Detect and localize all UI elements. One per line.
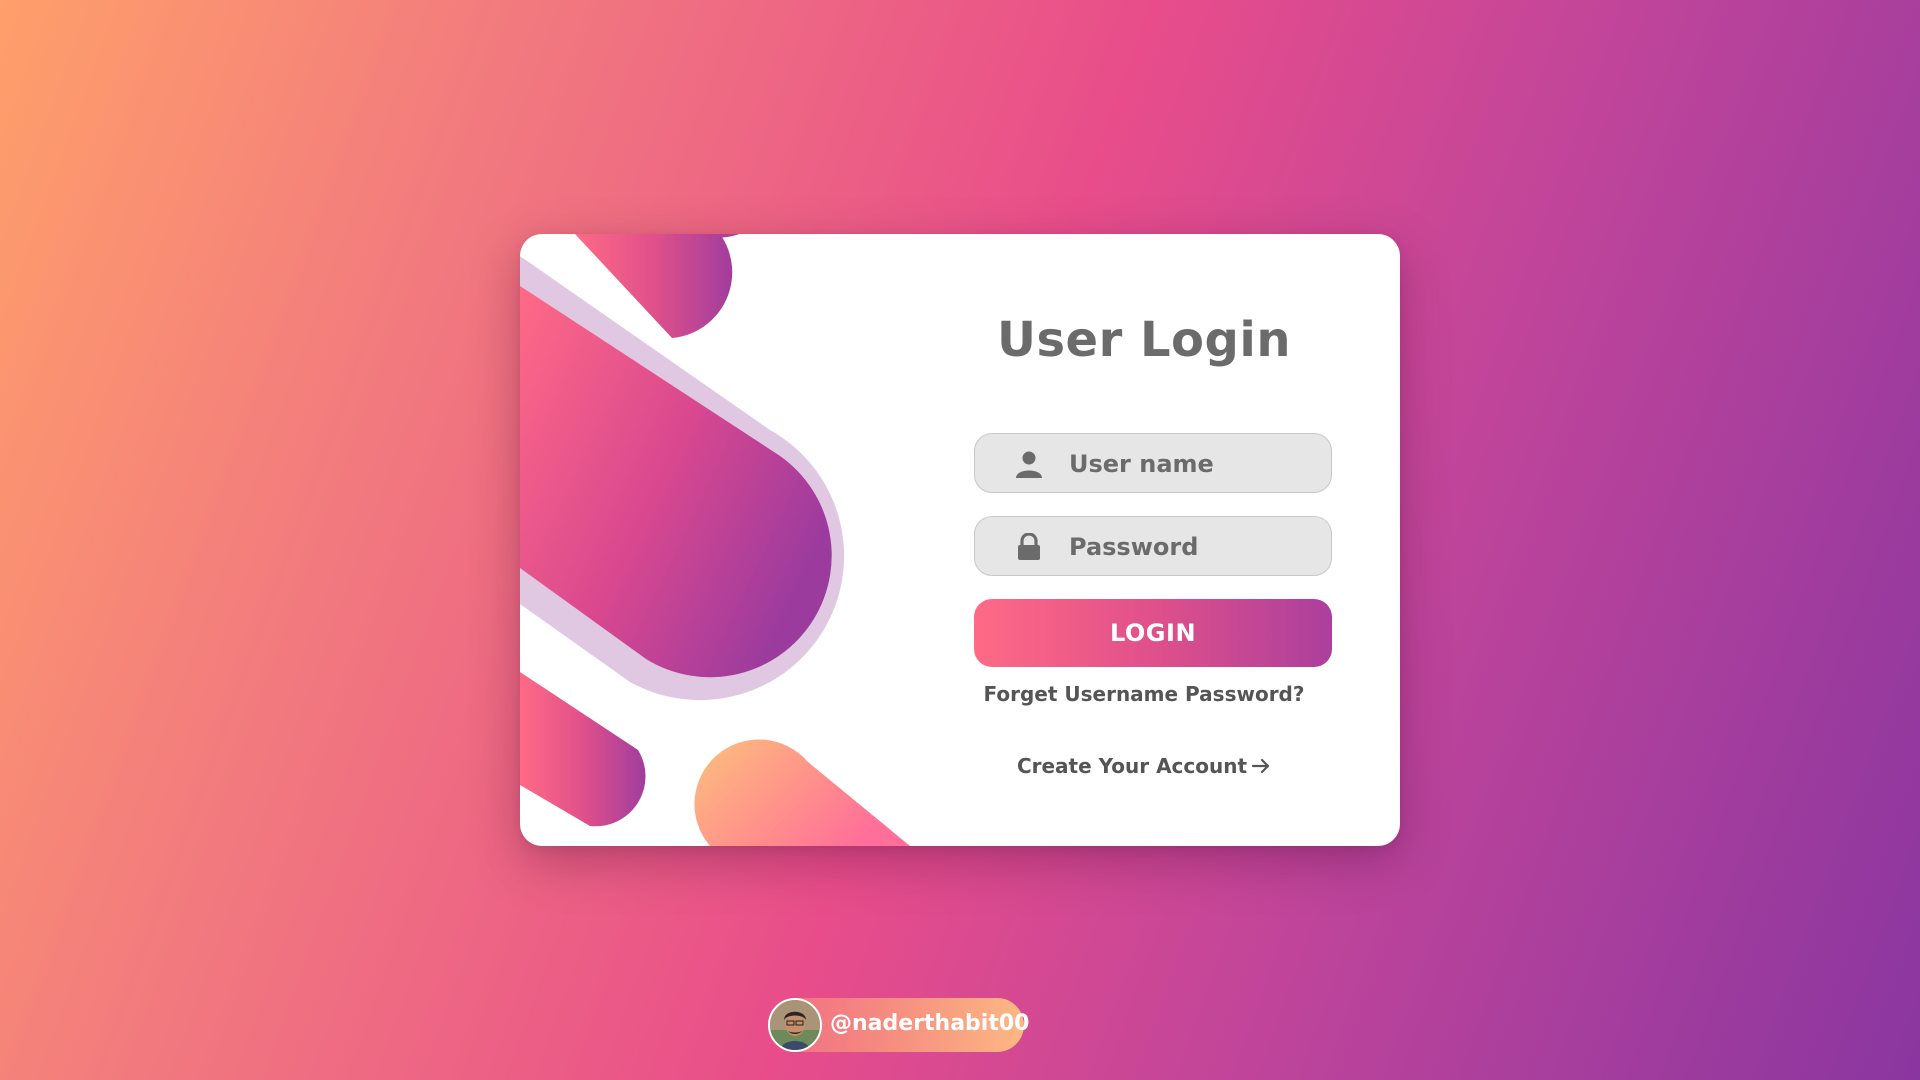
- lock-icon: [1018, 533, 1040, 560]
- username-field[interactable]: [974, 433, 1332, 493]
- user-icon: [1016, 451, 1042, 478]
- username-input[interactable]: [1069, 442, 1319, 486]
- create-account-label: Create Your Account: [1016, 754, 1248, 778]
- login-button[interactable]: LOGIN: [974, 599, 1332, 667]
- password-input[interactable]: [1069, 525, 1319, 569]
- page-title: User Login: [996, 312, 1292, 368]
- password-field[interactable]: [974, 516, 1332, 576]
- shape-bottom-peach-capsule: [694, 739, 910, 846]
- forget-password-link[interactable]: Forget Username Password?: [954, 682, 1334, 706]
- avatar: [768, 998, 822, 1052]
- shape-bottom-left-capsule: [520, 672, 646, 827]
- create-account-link[interactable]: Create Your Account: [954, 754, 1334, 778]
- author-handle: @naderthabit00: [830, 1011, 1030, 1036]
- author-handle-badge[interactable]: @naderthabit00: [768, 998, 1029, 1052]
- login-card: User Login LOGIN Forget Username Passwor…: [520, 234, 1400, 846]
- login-form: User Login LOGIN Forget Username Passwor…: [954, 234, 1334, 846]
- arrow-right-icon: [1251, 758, 1270, 774]
